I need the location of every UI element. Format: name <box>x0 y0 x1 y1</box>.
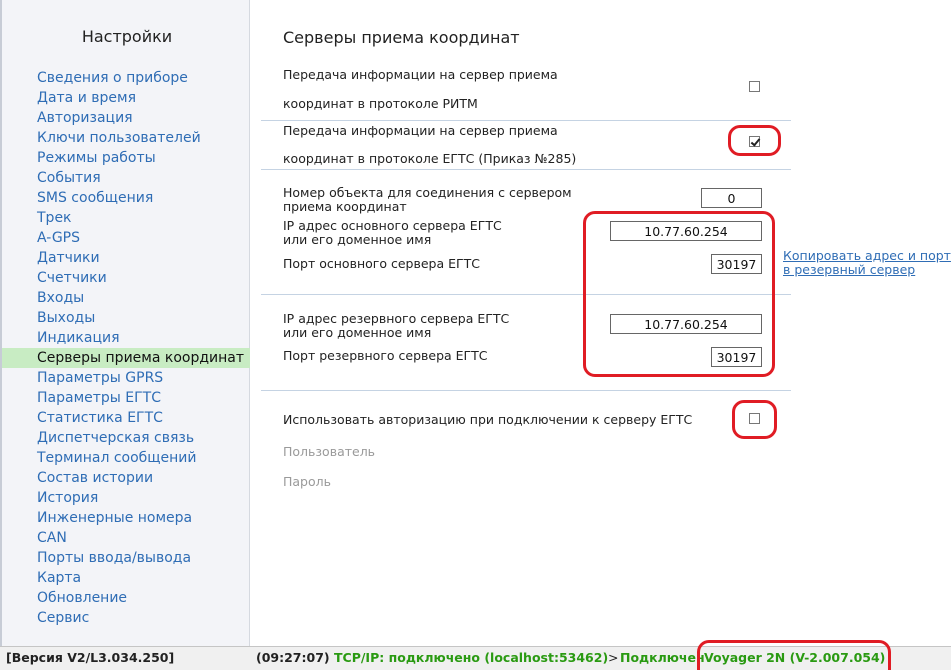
sidebar-item[interactable]: История <box>2 488 250 508</box>
object-number-label-line2: приема координат <box>283 199 407 214</box>
version-text: [Версия V2/L3.034.250] <box>6 650 175 665</box>
password-label: Пароль <box>283 474 331 489</box>
sidebar-item[interactable]: Индикация <box>2 328 250 348</box>
time-text: (09:27:07) <box>256 650 330 665</box>
user-label: Пользователь <box>283 444 376 459</box>
sidebar-item[interactable]: Параметры ЕГТС <box>2 388 250 408</box>
object-number-label-line1: Номер объекта для соединения с сервером <box>283 185 572 200</box>
highlight-device-version <box>697 640 891 670</box>
copy-to-backup-link-line2[interactable]: в резервный сервер <box>783 262 915 277</box>
backup-ip-label-line1: IP адрес резервного сервера ЕГТС <box>283 311 510 326</box>
sidebar-item[interactable]: Диспетчерская связь <box>2 428 250 448</box>
divider <box>261 169 791 170</box>
sidebar-item[interactable]: Терминал сообщений <box>2 448 250 468</box>
ritm-label-line2: координат в протоколе РИТМ <box>283 96 478 111</box>
backup-ip-label-line2: или его доменное имя <box>283 325 432 340</box>
page-title: Серверы приема координат <box>283 28 520 47</box>
sidebar-title: Настройки <box>81 27 173 46</box>
egts-label-line2: координат в протоколе ЕГТС (Приказ №285) <box>283 151 577 166</box>
highlight-egts-checkbox <box>728 125 781 156</box>
sidebar-item[interactable]: Серверы приема координат <box>2 348 250 368</box>
arrow-icon: > <box>608 650 619 665</box>
sidebar-item[interactable]: События <box>2 168 250 188</box>
primary-ip-label-line2: или его доменное имя <box>283 232 432 247</box>
ritm-label-line1: Передача информации на сервер приема <box>283 67 558 82</box>
sidebar-item[interactable]: Инженерные номера <box>2 508 250 528</box>
sidebar-item[interactable]: Сведения о приборе <box>2 68 250 88</box>
sidebar-item[interactable]: Счетчики <box>2 268 250 288</box>
main-panel: Серверы приема координат Передача информ… <box>251 0 951 646</box>
primary-port-label: Порт основного сервера ЕГТС <box>283 256 480 271</box>
highlight-auth-checkbox <box>732 400 777 439</box>
sidebar-item[interactable]: Параметры GPRS <box>2 368 250 388</box>
divider <box>261 390 791 391</box>
sidebar-item[interactable]: Режимы работы <box>2 148 250 168</box>
sidebar-item[interactable]: A-GPS <box>2 228 250 248</box>
highlight-server-fields <box>583 211 775 377</box>
sidebar-item[interactable]: Порты ввода/вывода <box>2 548 250 568</box>
sidebar-item[interactable]: Карта <box>2 568 250 588</box>
sidebar-item[interactable]: Входы <box>2 288 250 308</box>
sidebar-item[interactable]: Состав истории <box>2 468 250 488</box>
backup-port-label: Порт резервного сервера ЕГТС <box>283 348 488 363</box>
sidebar-item[interactable]: Статистика ЕГТС <box>2 408 250 428</box>
auth-label: Использовать авторизацию при подключении… <box>283 412 693 427</box>
sidebar-item[interactable]: Сервис <box>2 608 250 628</box>
sidebar-nav: Сведения о приборе Дата и время Авторизаци… <box>2 68 250 628</box>
connected-text: Подключен <box>620 650 705 665</box>
sidebar-item[interactable]: Трек <box>2 208 250 228</box>
sidebar-item[interactable]: CAN <box>2 528 250 548</box>
sidebar-item[interactable]: Выходы <box>2 308 250 328</box>
sidebar-item[interactable]: Авторизация <box>2 108 250 128</box>
egts-label-line1: Передача информации на сервер приема <box>283 123 558 138</box>
connection-text: TCP/IP: подключено (localhost:53462) <box>334 650 609 665</box>
primary-ip-label-line1: IP адрес основного сервера ЕГТС <box>283 218 502 233</box>
ritm-checkbox[interactable] <box>749 81 760 92</box>
sidebar-item[interactable]: Обновление <box>2 588 250 608</box>
copy-to-backup-link-line1[interactable]: Копировать адрес и порт <box>783 248 951 263</box>
divider <box>261 120 791 121</box>
sidebar-item[interactable]: Дата и время <box>2 88 250 108</box>
sidebar-item[interactable]: SMS сообщения <box>2 188 250 208</box>
object-number-input[interactable] <box>701 188 762 208</box>
sidebar-item[interactable]: Ключи пользователей <box>2 128 250 148</box>
sidebar: Настройки Сведения о приборе Дата и время… <box>0 0 250 646</box>
sidebar-item[interactable]: Датчики <box>2 248 250 268</box>
